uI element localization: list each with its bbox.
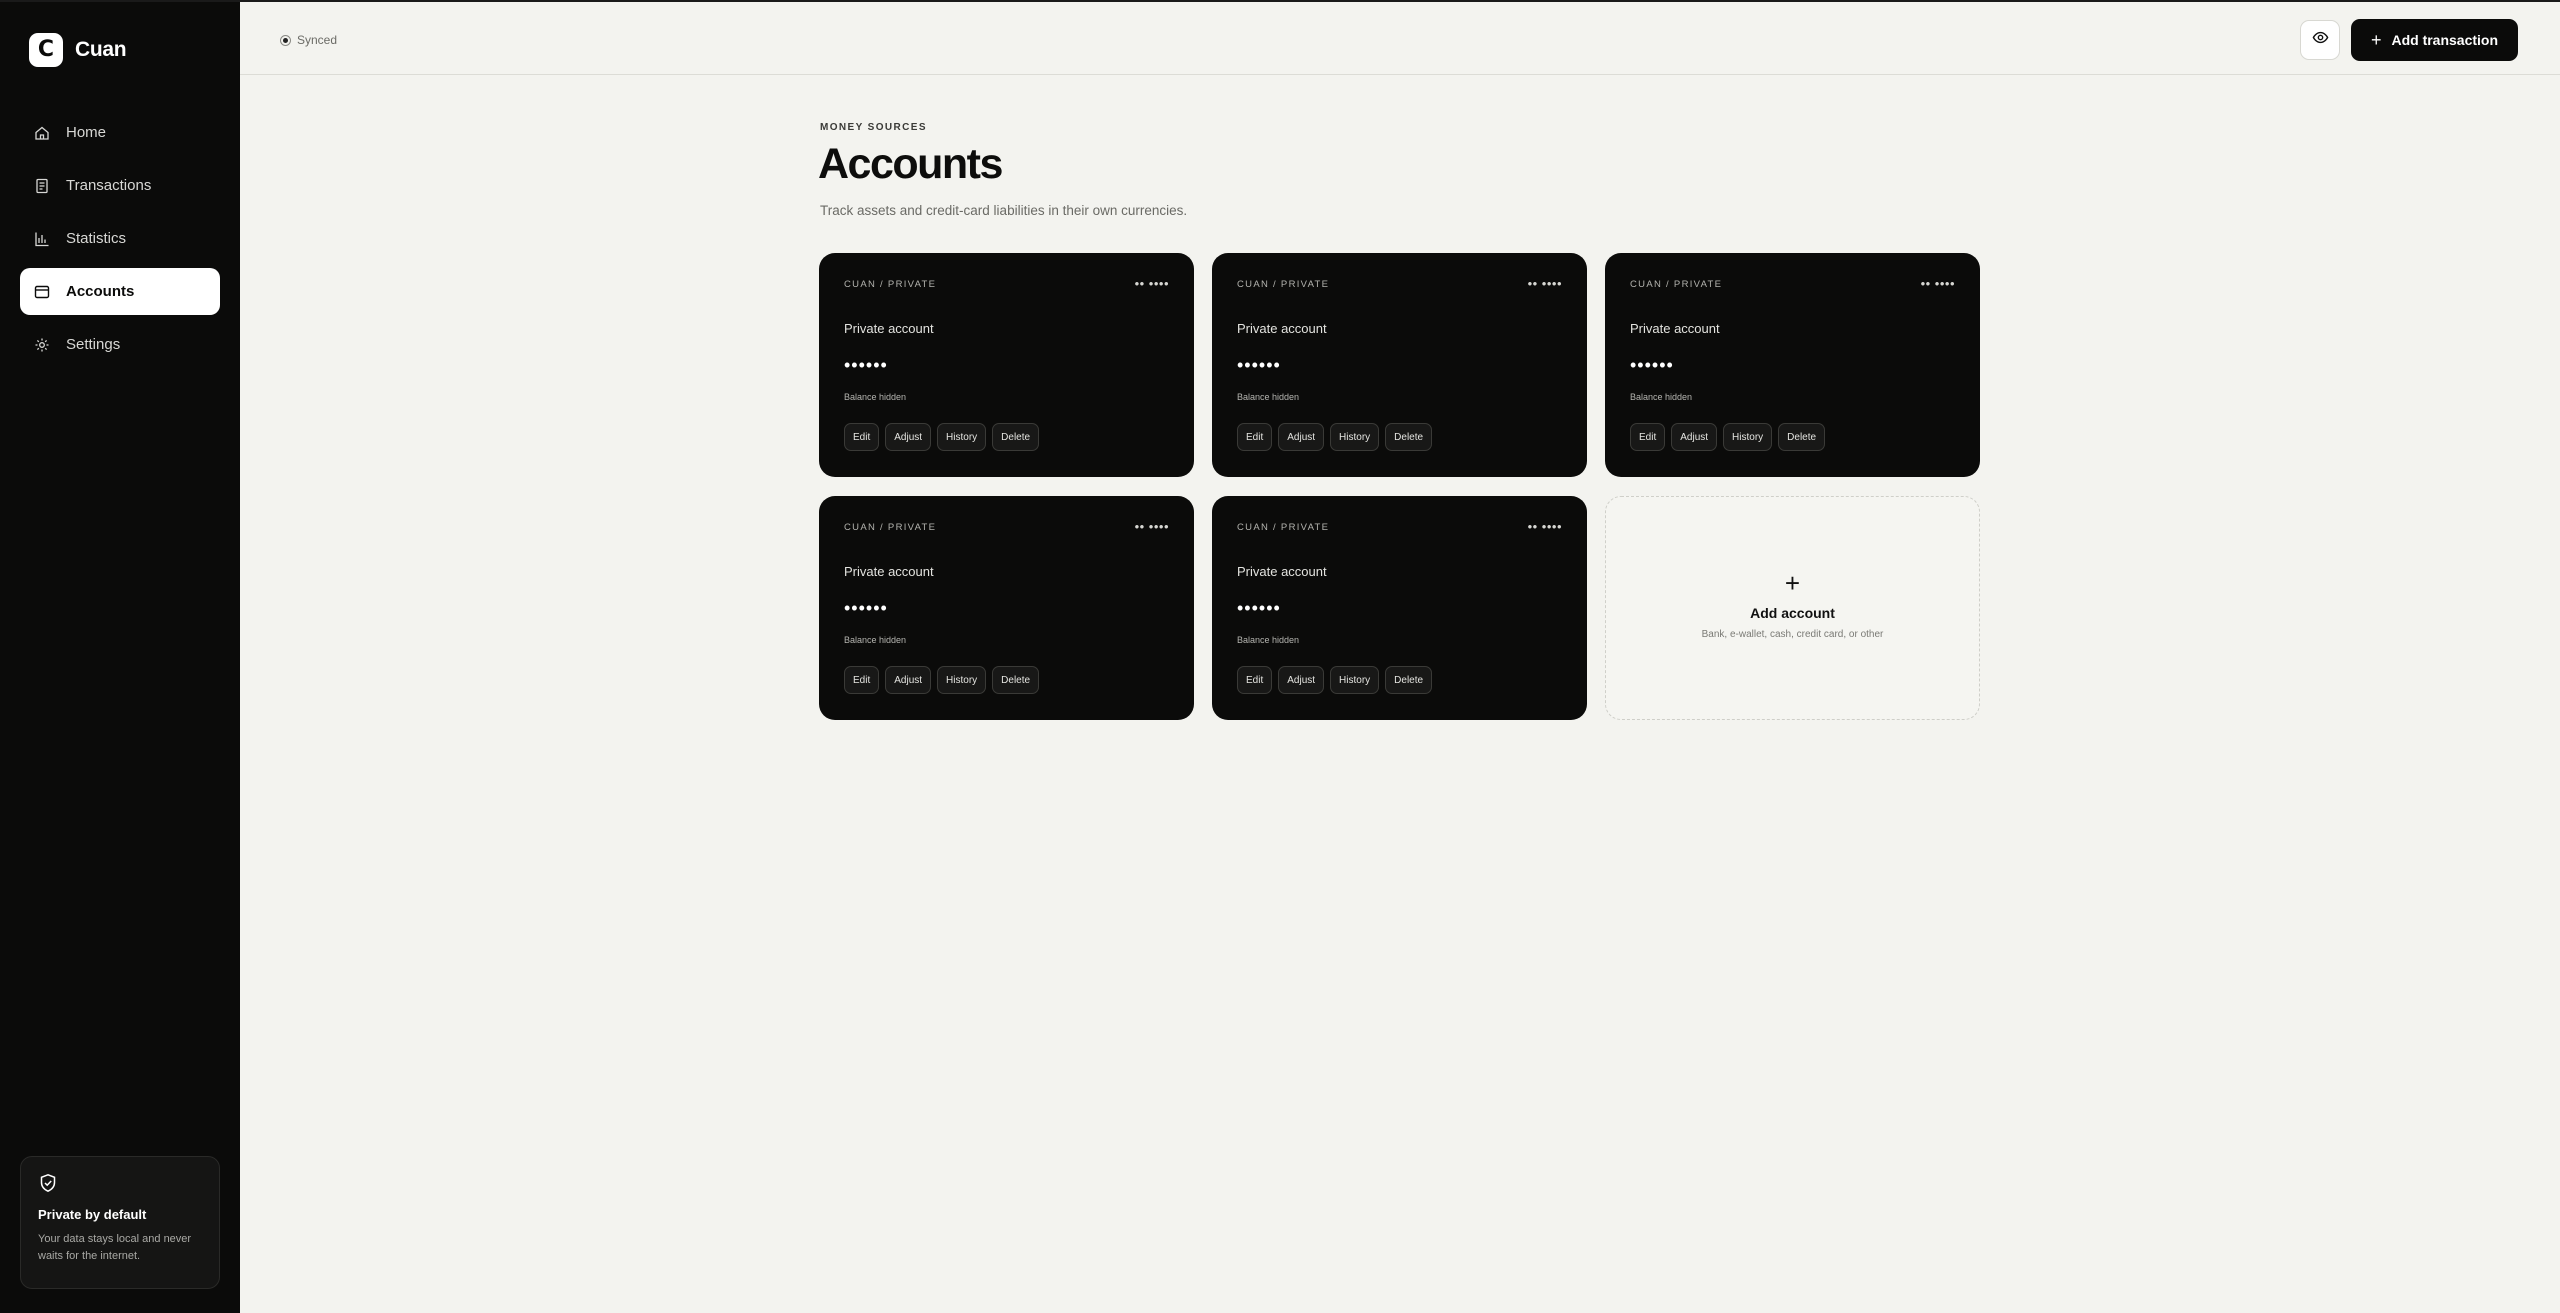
- page-title: Accounts: [818, 140, 1003, 188]
- history-button[interactable]: History: [1330, 666, 1380, 694]
- privacy-card: Private by default Your data stays local…: [20, 1156, 220, 1289]
- add-transaction-button[interactable]: + Add transaction: [2351, 19, 2518, 61]
- account-tag: CUAN / PRIVATE: [844, 522, 937, 533]
- adjust-button[interactable]: Adjust: [1278, 666, 1325, 694]
- delete-button[interactable]: Delete: [992, 423, 1040, 451]
- edit-button[interactable]: Edit: [1630, 423, 1666, 451]
- adjust-button[interactable]: Adjust: [1278, 423, 1325, 451]
- section-eyebrow: MONEY SOURCES: [820, 122, 927, 133]
- account-name: Private account: [1237, 564, 1327, 579]
- account-tag: CUAN / PRIVATE: [1237, 522, 1330, 533]
- account-card[interactable]: CUAN / PRIVATE •• •••• Private account ••••…: [1212, 496, 1587, 720]
- edit-button[interactable]: Edit: [844, 423, 880, 451]
- sidebar-item-label: Settings: [66, 336, 121, 353]
- brand[interactable]: C Cuan: [29, 33, 127, 67]
- add-account-card[interactable]: + Add account Bank, e-wallet, cash, cred…: [1605, 496, 1980, 720]
- account-tag: CUAN / PRIVATE: [844, 279, 937, 290]
- delete-button[interactable]: Delete: [1385, 423, 1433, 451]
- account-name: Private account: [1630, 321, 1720, 336]
- adjust-button[interactable]: Adjust: [885, 666, 932, 694]
- account-card[interactable]: CUAN / PRIVATE •• •••• Private account ••••…: [1605, 253, 1980, 477]
- balance-note: Balance hidden: [1237, 635, 1300, 645]
- history-button[interactable]: History: [1723, 423, 1773, 451]
- account-number-masked: •• ••••: [1527, 519, 1562, 534]
- account-actions: Edit Adjust History Delete: [1237, 666, 1433, 694]
- account-balance: ••••••: [1237, 355, 1281, 375]
- sidebar-item-statistics[interactable]: Statistics: [20, 215, 220, 262]
- account-balance: ••••••: [1630, 355, 1674, 375]
- account-card[interactable]: CUAN / PRIVATE •• •••• Private account ••••…: [819, 496, 1194, 720]
- account-balance: ••••••: [844, 598, 888, 618]
- shield-check-icon: [38, 1173, 58, 1193]
- toggle-visibility-button[interactable]: [2300, 20, 2340, 60]
- home-icon: [34, 125, 50, 141]
- sidebar-item-label: Home: [66, 124, 107, 141]
- account-name: Private account: [844, 321, 934, 336]
- adjust-button[interactable]: Adjust: [1671, 423, 1718, 451]
- delete-button[interactable]: Delete: [1385, 666, 1433, 694]
- history-button[interactable]: History: [937, 423, 987, 451]
- delete-button[interactable]: Delete: [992, 666, 1040, 694]
- account-tag: CUAN / PRIVATE: [1630, 279, 1723, 290]
- eye-icon: [2312, 29, 2329, 51]
- receipt-icon: [34, 178, 50, 194]
- edit-button[interactable]: Edit: [1237, 423, 1273, 451]
- sync-status: Synced: [280, 33, 337, 47]
- privacy-title: Private by default: [38, 1207, 147, 1222]
- top-border: [0, 0, 2560, 2]
- bar-chart-icon: [34, 231, 50, 247]
- account-balance: ••••••: [844, 355, 888, 375]
- top-bar: Synced + Add transaction: [240, 2, 2560, 75]
- gear-icon: [34, 337, 50, 353]
- sidebar-item-label: Transactions: [66, 177, 152, 194]
- add-account-subtitle: Bank, e-wallet, cash, credit card, or ot…: [1701, 629, 1884, 640]
- account-number-masked: •• ••••: [1527, 276, 1562, 291]
- plus-icon: +: [1784, 568, 1801, 598]
- wallet-icon: [34, 284, 50, 300]
- account-number-masked: •• ••••: [1134, 276, 1169, 291]
- delete-button[interactable]: Delete: [1778, 423, 1826, 451]
- app-name: Cuan: [75, 38, 127, 61]
- account-card[interactable]: CUAN / PRIVATE •• •••• Private account ••••…: [1212, 253, 1587, 477]
- add-transaction-label: Add transaction: [2391, 32, 2499, 48]
- sidebar-item-home[interactable]: Home: [20, 109, 220, 156]
- balance-note: Balance hidden: [1630, 392, 1693, 402]
- account-name: Private account: [844, 564, 934, 579]
- balance-note: Balance hidden: [1237, 392, 1300, 402]
- sidebar-item-label: Statistics: [66, 230, 127, 247]
- plus-icon: +: [2370, 30, 2382, 50]
- account-actions: Edit Adjust History Delete: [1237, 423, 1433, 451]
- sidebar-item-label: Accounts: [66, 283, 135, 300]
- add-account-title: Add account: [1750, 605, 1835, 621]
- account-number-masked: •• ••••: [1134, 519, 1169, 534]
- balance-note: Balance hidden: [844, 392, 907, 402]
- edit-button[interactable]: Edit: [844, 666, 880, 694]
- adjust-button[interactable]: Adjust: [885, 423, 932, 451]
- account-tag: CUAN / PRIVATE: [1237, 279, 1330, 290]
- balance-note: Balance hidden: [844, 635, 907, 645]
- account-card[interactable]: CUAN / PRIVATE •• •••• Private account ••••…: [819, 253, 1194, 477]
- sidebar-item-accounts[interactable]: Accounts: [20, 268, 220, 315]
- sidebar-item-transactions[interactable]: Transactions: [20, 162, 220, 209]
- sidebar-item-settings[interactable]: Settings: [20, 321, 220, 368]
- edit-button[interactable]: Edit: [1237, 666, 1273, 694]
- sync-dot-icon: [280, 34, 291, 46]
- account-actions: Edit Adjust History Delete: [1630, 423, 1826, 451]
- account-balance: ••••••: [1237, 598, 1281, 618]
- page-subtitle: Track assets and credit-card liabilities…: [820, 203, 1188, 218]
- history-button[interactable]: History: [1330, 423, 1380, 451]
- account-number-masked: •• ••••: [1920, 276, 1955, 291]
- account-actions: Edit Adjust History Delete: [844, 423, 1040, 451]
- account-actions: Edit Adjust History Delete: [844, 666, 1040, 694]
- account-name: Private account: [1237, 321, 1327, 336]
- sidebar: C Cuan Home Transactions Statistics Acco…: [0, 0, 240, 1313]
- sidebar-nav: Home Transactions Statistics Accounts Se…: [20, 109, 220, 374]
- app-logo: C: [29, 33, 63, 67]
- history-button[interactable]: History: [937, 666, 987, 694]
- sync-status-label: Synced: [297, 33, 338, 47]
- privacy-text: Your data stays local and never waits fo…: [38, 1233, 192, 1262]
